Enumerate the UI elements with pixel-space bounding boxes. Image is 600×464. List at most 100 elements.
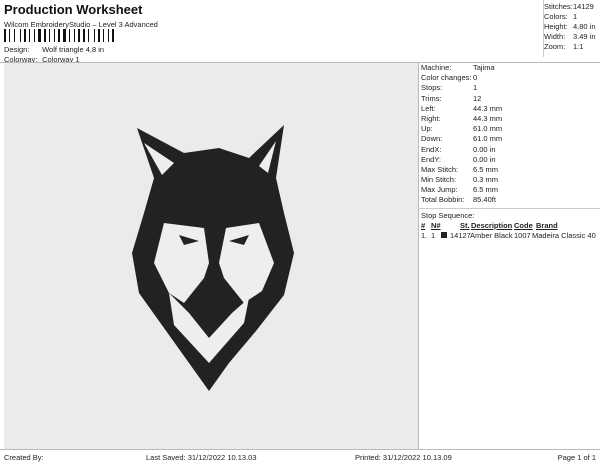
stop-sequence-header: # N# St.Description Code Brand (421, 221, 598, 231)
detail-label: Total Bobbin: (421, 195, 465, 205)
design-label: Design: (4, 45, 30, 54)
detail-label: Trims: (421, 93, 442, 103)
last-saved: Last Saved: 31/12/2022 10.13.03 (146, 453, 257, 462)
barcode-bar (14, 29, 15, 42)
barcode-bar (88, 29, 89, 42)
detail-row: EndY: 0.00 in (419, 155, 600, 165)
barcode-bar (71, 29, 73, 42)
barcode-bar (42, 29, 43, 42)
detail-row: EndX: 0.00 in (419, 145, 600, 155)
barcode-bar (94, 29, 95, 42)
barcode-bar (38, 29, 41, 42)
barcode-bar (83, 29, 85, 42)
detail-row: Up: 61.0 mm (419, 124, 600, 134)
summary-row: Colors: 1 (544, 12, 600, 22)
detail-row: Stops: 1 (419, 83, 600, 93)
col-description: Description (471, 220, 513, 230)
detail-value: 6.5 mm (473, 164, 499, 174)
detail-row: Machine: Tajima (419, 63, 600, 73)
stop-sequence-title: Stop Sequence: (421, 210, 475, 220)
barcode-bar (54, 29, 55, 42)
barcode-bar (34, 29, 35, 42)
barcode-bar (44, 29, 46, 42)
footer: Created By: Last Saved: 31/12/2022 10.13… (0, 449, 600, 464)
design-name: Wolf triangle 4,8 in (42, 45, 105, 54)
row-brand: Madeira Classic 40 (532, 231, 596, 240)
barcode-bar (69, 29, 70, 42)
detail-row: Min Stitch: 0.3 mm (419, 175, 600, 185)
barcode-bar (90, 29, 93, 42)
barcode-bar (29, 29, 30, 42)
summary-value: 4.80 in (573, 22, 596, 31)
detail-value: 44.3 mm (473, 103, 503, 113)
detail-row: Trims: 12 (419, 94, 600, 104)
barcode-bar (56, 29, 57, 42)
barcode-bar (51, 29, 53, 42)
barcode-bar (110, 29, 111, 42)
summary-box: Stitches:14129 Colors: 1 Height: 4.80 in Widt… (543, 0, 600, 57)
detail-row: Color changes: 0 (419, 73, 600, 83)
page-title: Production Worksheet (4, 2, 143, 17)
detail-value: 61.0 mm (473, 124, 503, 134)
barcode-bar (47, 29, 48, 42)
detail-value: 0.3 mm (473, 175, 499, 185)
barcode-bar (27, 29, 28, 42)
detail-label: Down: (421, 134, 443, 144)
barcode-bar (20, 29, 21, 42)
color-swatch (441, 232, 447, 238)
row-st: 14127 (450, 231, 471, 240)
barcode-bar (49, 29, 50, 42)
barcode-bar (11, 29, 13, 42)
summary-value: 14129 (573, 2, 594, 11)
barcode-bar (67, 29, 68, 42)
summary-row: Stitches:14129 (544, 2, 600, 12)
detail-label: EndY: (421, 154, 442, 164)
detail-label: Left: (421, 103, 436, 113)
barcode-bar (112, 29, 114, 42)
row-n: 1 (431, 231, 436, 240)
barcode-bar (76, 29, 77, 42)
detail-value: 12 (473, 93, 482, 103)
design-preview (4, 63, 419, 449)
detail-value: 0.00 in (473, 154, 496, 164)
details-panel: Machine: Tajima Color changes: 0 Stops: 1 Trim… (419, 63, 600, 241)
detail-value: 1 (473, 83, 478, 93)
detail-label: Stops: (421, 83, 443, 93)
barcode-bar (22, 29, 23, 42)
detail-value: 85.40ft (473, 195, 496, 205)
summary-value: 1:1 (573, 42, 584, 51)
barcode-bar (98, 29, 100, 42)
summary-label: Height: (544, 22, 568, 31)
col-code: Code (514, 220, 533, 230)
barcode-bar (86, 29, 87, 42)
summary-label: Stitches: (544, 2, 573, 11)
detail-row: Max Jump: 6.5 mm (419, 185, 600, 195)
barcode-bar (58, 29, 60, 42)
row-num: 1. (421, 231, 428, 240)
row-description: Amber Black (470, 231, 513, 240)
software-name: Wilcom EmbroideryStudio – Level 3 Advanc… (4, 20, 158, 29)
detail-label: Color changes: (421, 73, 472, 83)
detail-label: Max Jump: (421, 185, 458, 195)
page-number: Page 1 of 1 (557, 453, 596, 462)
barcode-bar (74, 29, 75, 42)
design-row: Design: Wolf triangle 4,8 in (4, 45, 104, 54)
barcode-bar (61, 29, 62, 42)
barcode-bar (31, 29, 33, 42)
barcode (4, 29, 174, 42)
col-brand: Brand (536, 220, 558, 230)
barcode-bar (96, 29, 97, 42)
col-num: # (421, 220, 426, 230)
detail-value: 0.00 in (473, 144, 496, 154)
stop-sequence: Stop Sequence: # N# St.Description Code Bran… (419, 207, 600, 242)
barcode-bar (115, 29, 116, 42)
detail-row: Max Stitch: 6.5 mm (419, 165, 600, 175)
printed-date: Printed: 31/12/2022 10.13.09 (355, 453, 452, 462)
detail-row: Down: 61.0 mm (419, 134, 600, 144)
detail-label: Up: (421, 124, 433, 134)
barcode-bar (36, 29, 37, 42)
barcode-bar (4, 29, 6, 42)
detail-value: 6.5 mm (473, 185, 499, 195)
created-by: Created By: (4, 453, 44, 462)
barcode-bar (78, 29, 80, 42)
